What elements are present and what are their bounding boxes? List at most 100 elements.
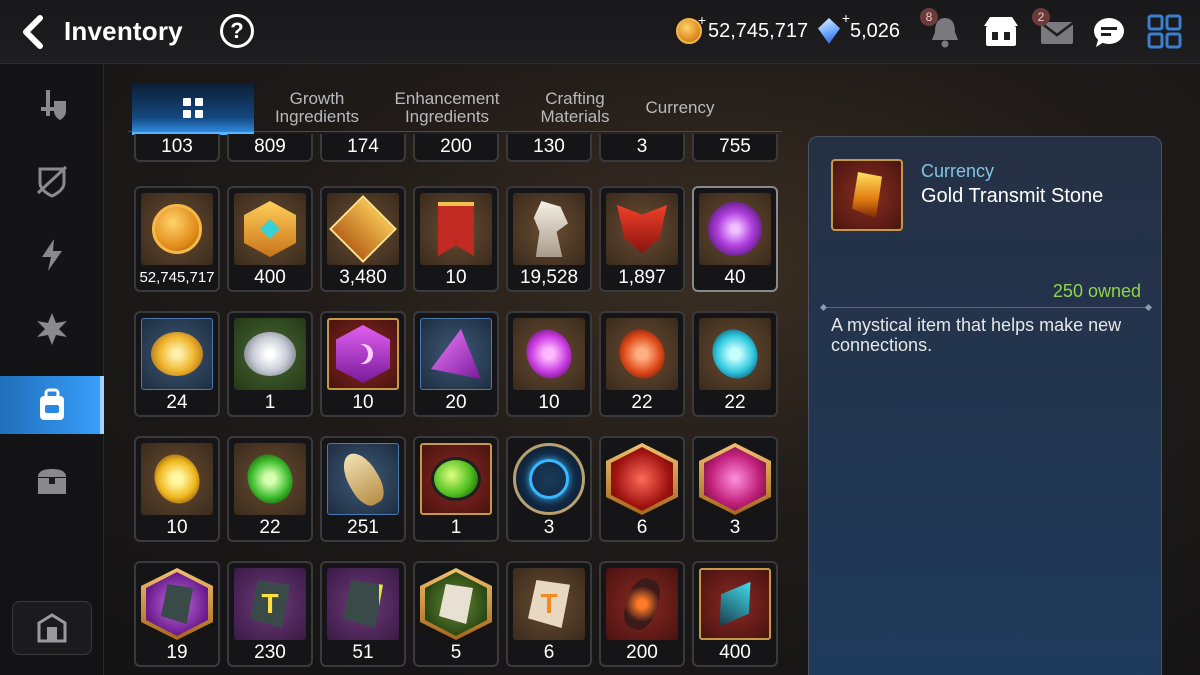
item-count: 52,745,717 (139, 269, 215, 286)
sidebar-item-equipment[interactable] (0, 76, 104, 134)
item-slot[interactable]: 52,745,717 (134, 186, 220, 292)
crystal-display[interactable]: + 5,026 (818, 10, 900, 44)
item-slot[interactable]: 3,480 (320, 186, 406, 292)
item-slot[interactable]: T 6 (506, 561, 592, 667)
item-slot[interactable]: 19,528 (506, 186, 592, 292)
gold-display[interactable]: + 52,745,717 (676, 12, 808, 44)
item-slot[interactable]: 6 (599, 436, 685, 542)
bell-icon[interactable]: 8 (920, 8, 964, 50)
silver-flower-icon (234, 318, 306, 390)
tab-crafting-materials[interactable]: Crafting Materials (518, 84, 632, 132)
fist-emblem-icon (327, 193, 399, 265)
red-mask-icon (606, 193, 678, 265)
material-icon (37, 313, 67, 345)
item-slot[interactable]: 400 (227, 186, 313, 292)
item-slot[interactable]: 40 (692, 186, 778, 292)
red-crystal-hex-icon (606, 443, 678, 515)
item-slot[interactable]: 3 (692, 436, 778, 542)
help-icon[interactable]: ? (220, 14, 254, 48)
item-count: 230 (254, 642, 286, 663)
item-count: 6 (636, 517, 648, 538)
divider (823, 307, 1149, 308)
pink-potion-hex-icon (699, 443, 771, 515)
gold-hexagon-icon (234, 193, 306, 265)
all-items-icon (183, 98, 203, 118)
item-slot[interactable]: 10 (506, 311, 592, 417)
item-slot-partial[interactable]: 200 (413, 134, 499, 162)
equipment-icon (41, 90, 66, 120)
item-slot[interactable]: 22 (692, 311, 778, 417)
green-potion-icon (420, 443, 492, 515)
item-slot[interactable]: T 230 (227, 561, 313, 667)
item-slot[interactable]: 1 (227, 311, 313, 417)
sidebar-item-materials[interactable] (0, 300, 104, 358)
purple-moon-shard-icon (420, 318, 492, 390)
item-slot[interactable]: 10 (134, 436, 220, 542)
item-count: 20 (445, 392, 467, 413)
item-description: A mystical item that helps make new conn… (831, 315, 1122, 355)
red-rune-icon (606, 318, 678, 390)
tab-currency[interactable]: Currency (624, 84, 736, 132)
chest-icon (38, 469, 66, 494)
item-count: 10 (445, 267, 467, 288)
item-slot[interactable]: 200 (599, 561, 685, 667)
item-slot[interactable]: 251 (320, 436, 406, 542)
sidebar-item-catalysts[interactable] (0, 226, 104, 284)
item-slot[interactable]: 51 (320, 561, 406, 667)
item-detail-panel: Currency Gold Transmit Stone 250 owned A… (808, 136, 1162, 675)
item-slot[interactable]: 10 (413, 186, 499, 292)
artifact-icon (36, 165, 68, 198)
item-slot[interactable]: 22 (599, 311, 685, 417)
item-slot[interactable]: 400 (692, 561, 778, 667)
item-count: 1,897 (618, 267, 666, 288)
item-slot[interactable]: 3 (506, 436, 592, 542)
bag-icon (40, 388, 64, 420)
tab-growth-ingredients[interactable]: Growth Ingredients (258, 84, 376, 132)
item-slot-partial[interactable]: 809 (227, 134, 313, 162)
item-slot[interactable]: 22 (227, 436, 313, 542)
item-count: 3,480 (339, 267, 387, 288)
item-slot[interactable]: 19 (134, 561, 220, 667)
gold-flower-icon (141, 318, 213, 390)
item-slot[interactable]: 5 (413, 561, 499, 667)
red-gem-shard-icon (606, 568, 678, 640)
beige-stone-icon: T (513, 568, 585, 640)
menu-grid-icon[interactable] (1146, 14, 1184, 50)
item-slot-partial[interactable]: 174 (320, 134, 406, 162)
item-slot[interactable]: 20 (413, 311, 499, 417)
item-slot[interactable]: 10 (320, 311, 406, 417)
category-sidebar (0, 64, 104, 675)
item-count: 51 (352, 642, 374, 663)
purple-moon-gem-icon (327, 318, 399, 390)
sidebar-item-bag[interactable] (0, 376, 104, 434)
item-count: 22 (631, 392, 653, 413)
cyan-shard-icon (699, 568, 771, 640)
shop-icon[interactable] (982, 14, 1020, 50)
item-count: 251 (347, 517, 379, 538)
chat-icon[interactable] (1090, 14, 1128, 50)
item-grid[interactable]: 103 809 174 200 130 3 755 52,745,717 400… (128, 134, 788, 675)
item-slot-partial[interactable]: 130 (506, 134, 592, 162)
gold-coin-icon: + (676, 12, 706, 44)
item-count: 22 (259, 517, 281, 538)
item-slot[interactable]: 24 (134, 311, 220, 417)
sidebar-item-chests[interactable] (0, 452, 104, 510)
tab-enhancement-ingredients[interactable]: Enhancement Ingredients (380, 84, 514, 132)
mail-icon[interactable]: 2 (1032, 8, 1076, 50)
item-slot[interactable]: 1 (413, 436, 499, 542)
purple-flower-icon (699, 193, 771, 265)
sidebar-item-artifacts[interactable] (0, 152, 104, 210)
item-slot[interactable]: 1,897 (599, 186, 685, 292)
item-count: 400 (719, 642, 751, 663)
tab-all[interactable] (132, 84, 254, 132)
item-count: 22 (724, 392, 746, 413)
item-slot-partial[interactable]: 755 (692, 134, 778, 162)
item-slot-partial[interactable]: 3 (599, 134, 685, 162)
blue-circuit-orb-icon (513, 443, 585, 515)
item-slot-partial[interactable]: 103 (134, 134, 220, 162)
item-count: 3 (543, 517, 555, 538)
item-count: 200 (626, 642, 658, 663)
inventory-tabs: Growth Ingredients Enhancement Ingredien… (128, 84, 782, 132)
back-arrow-icon[interactable] (18, 14, 50, 50)
storage-button[interactable] (12, 601, 92, 655)
